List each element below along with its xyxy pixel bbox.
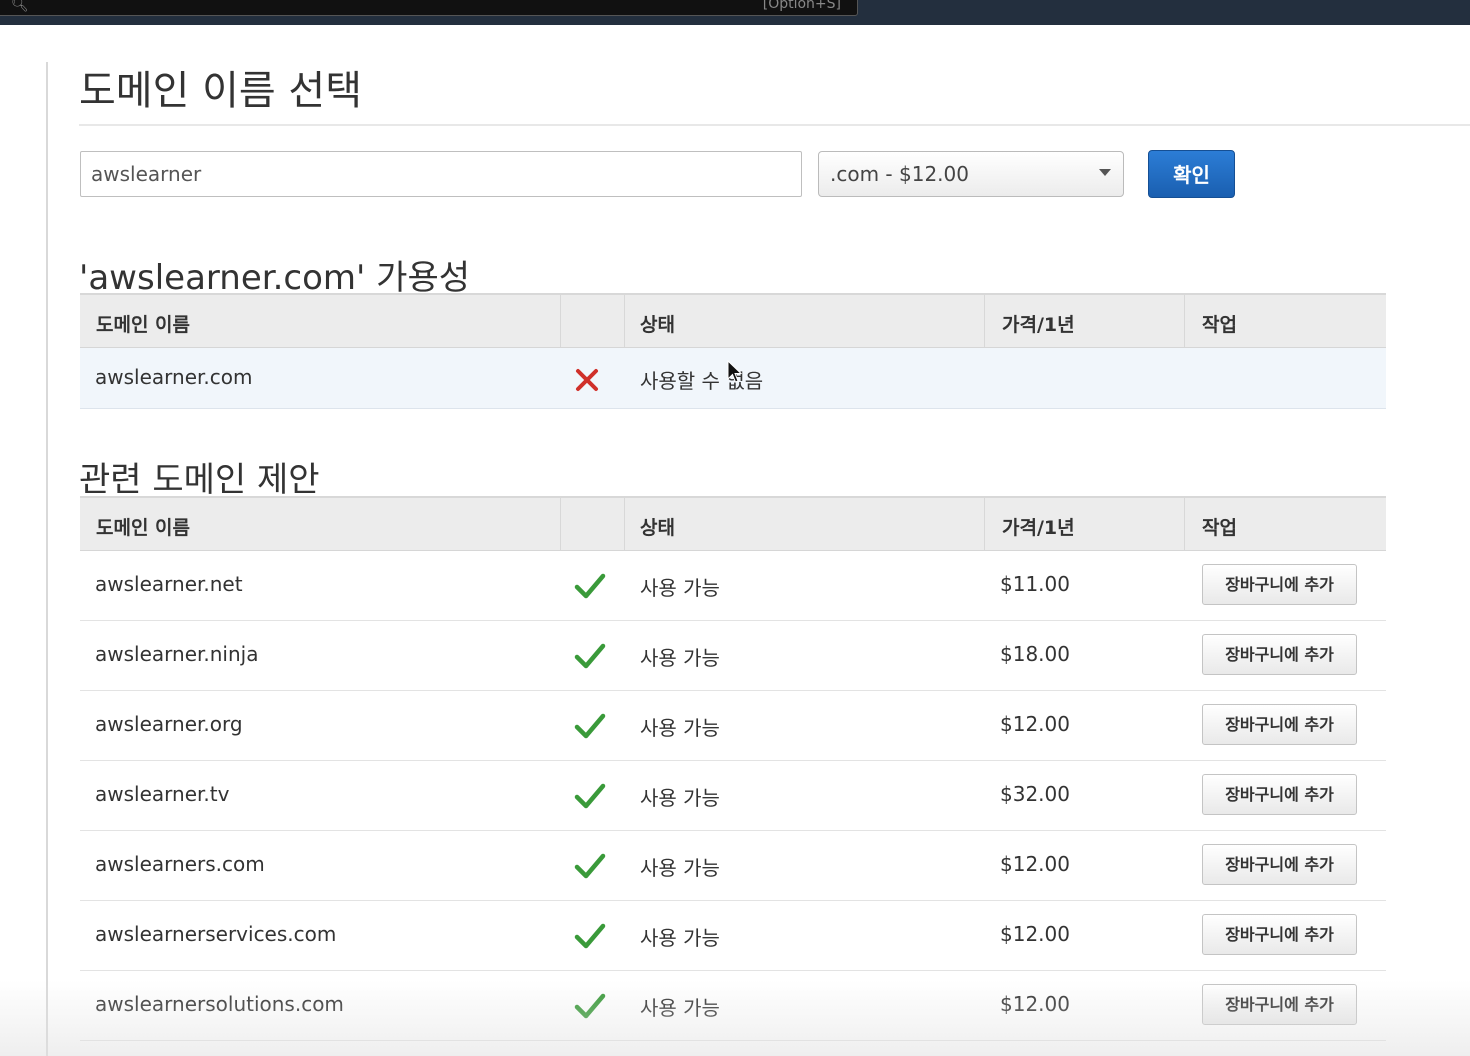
table-row: awslearnersolutions.com 사용 가능 $12.00 장바구니에 … bbox=[80, 971, 1386, 1041]
suggestions-table: 도메인 이름 상태 가격/1년 작업 awslearner.net 사용 가능 $1… bbox=[80, 496, 1386, 1041]
domain-name-input[interactable] bbox=[80, 151, 802, 197]
column-domain-name: 도메인 이름 bbox=[96, 314, 191, 336]
tld-selected-value: .com - $12.00 bbox=[830, 162, 969, 186]
table-row: awslearnerservices.com 사용 가능 $12.00 장바구니에 추… bbox=[80, 901, 1386, 971]
status-text: 사용 가능 bbox=[640, 716, 720, 740]
domain-name: awslearners.com bbox=[95, 852, 265, 876]
tld-select[interactable]: .com - $12.00 bbox=[818, 151, 1124, 197]
chevron-down-icon bbox=[1099, 169, 1111, 176]
add-to-cart-button[interactable]: 장바구니에 추가 bbox=[1202, 914, 1357, 955]
service-search-box[interactable]: 🔍︎ [Option+S] bbox=[0, 0, 858, 16]
table-row: awslearner.net 사용 가능 $11.00 장바구니에 추가 bbox=[80, 551, 1386, 621]
add-to-cart-button[interactable]: 장바구니에 추가 bbox=[1202, 704, 1357, 745]
column-divider bbox=[624, 295, 625, 347]
check-icon bbox=[574, 573, 606, 599]
column-action: 작업 bbox=[1202, 314, 1237, 336]
column-divider bbox=[1184, 295, 1185, 347]
search-shortcut-hint: [Option+S] bbox=[762, 0, 841, 12]
column-action: 작업 bbox=[1202, 517, 1237, 539]
status-text: 사용할 수 없음 bbox=[640, 369, 764, 393]
price: $11.00 bbox=[1000, 572, 1070, 596]
column-status: 상태 bbox=[640, 517, 675, 539]
table-row: awslearner.tv 사용 가능 $32.00 장바구니에 추가 bbox=[80, 761, 1386, 831]
status-text: 사용 가능 bbox=[640, 786, 720, 810]
price: $18.00 bbox=[1000, 642, 1070, 666]
domain-name: awslearnersolutions.com bbox=[95, 992, 344, 1016]
price: $32.00 bbox=[1000, 782, 1070, 806]
add-to-cart-button[interactable]: 장바구니에 추가 bbox=[1202, 774, 1357, 815]
column-domain-name: 도메인 이름 bbox=[96, 517, 191, 539]
table-header: 도메인 이름 상태 가격/1년 작업 bbox=[80, 293, 1386, 348]
availability-table: 도메인 이름 상태 가격/1년 작업 awslearner.com 사용할 수 … bbox=[80, 293, 1386, 409]
table-row: awslearner.ninja 사용 가능 $18.00 장바구니에 추가 bbox=[80, 621, 1386, 691]
domain-name: awslearner.net bbox=[95, 572, 243, 596]
check-icon bbox=[574, 713, 606, 739]
domain-name: awslearner.org bbox=[95, 712, 243, 736]
left-divider bbox=[46, 62, 48, 1056]
status-text: 사용 가능 bbox=[640, 646, 720, 670]
suggestion-rows: awslearner.net 사용 가능 $11.00 장바구니에 추가 awslear… bbox=[80, 551, 1386, 1041]
column-divider bbox=[984, 498, 985, 550]
status-text: 사용 가능 bbox=[640, 926, 720, 950]
add-to-cart-button[interactable]: 장바구니에 추가 bbox=[1202, 564, 1357, 605]
page-title: 도메인 이름 선택 bbox=[79, 68, 363, 114]
domain-name: awslearner.tv bbox=[95, 782, 230, 806]
column-divider bbox=[1184, 498, 1185, 550]
suggestions-section-title: 관련 도메인 제안 bbox=[79, 460, 320, 500]
title-divider bbox=[79, 124, 1470, 126]
column-status: 상태 bbox=[640, 314, 675, 336]
table-row: awslearners.com 사용 가능 $12.00 장바구니에 추가 bbox=[80, 831, 1386, 901]
column-divider bbox=[984, 295, 985, 347]
table-header: 도메인 이름 상태 가격/1년 작업 bbox=[80, 496, 1386, 551]
status-text: 사용 가능 bbox=[640, 576, 720, 600]
price: $12.00 bbox=[1000, 922, 1070, 946]
check-icon bbox=[574, 923, 606, 949]
add-to-cart-button[interactable]: 장바구니에 추가 bbox=[1202, 844, 1357, 885]
check-icon bbox=[574, 783, 606, 809]
search-icon: 🔍︎ bbox=[11, 0, 29, 13]
x-icon bbox=[576, 369, 598, 391]
status-text: 사용 가능 bbox=[640, 856, 720, 880]
status-text: 사용 가능 bbox=[640, 996, 720, 1020]
column-divider bbox=[560, 498, 561, 550]
check-icon bbox=[574, 853, 606, 879]
top-navigation-bar: 🔍︎ [Option+S] bbox=[0, 0, 1470, 25]
check-availability-button[interactable]: 확인 bbox=[1148, 150, 1235, 198]
add-to-cart-button[interactable]: 장바구니에 추가 bbox=[1202, 984, 1357, 1025]
price: $12.00 bbox=[1000, 712, 1070, 736]
table-row: awslearner.org 사용 가능 $12.00 장바구니에 추가 bbox=[80, 691, 1386, 761]
check-icon bbox=[574, 993, 606, 1019]
column-price: 가격/1년 bbox=[1002, 517, 1075, 539]
check-icon bbox=[574, 643, 606, 669]
column-divider bbox=[560, 295, 561, 347]
column-divider bbox=[624, 498, 625, 550]
domain-name: awslearnerservices.com bbox=[95, 922, 337, 946]
mouse-cursor-icon bbox=[727, 360, 743, 383]
domain-name: awslearner.ninja bbox=[95, 642, 259, 666]
column-price: 가격/1년 bbox=[1002, 314, 1075, 336]
domain-name: awslearner.com bbox=[95, 365, 253, 389]
price: $12.00 bbox=[1000, 992, 1070, 1016]
add-to-cart-button[interactable]: 장바구니에 추가 bbox=[1202, 634, 1357, 675]
price: $12.00 bbox=[1000, 852, 1070, 876]
availability-section-title: 'awslearner.com' 가용성 bbox=[79, 258, 471, 298]
